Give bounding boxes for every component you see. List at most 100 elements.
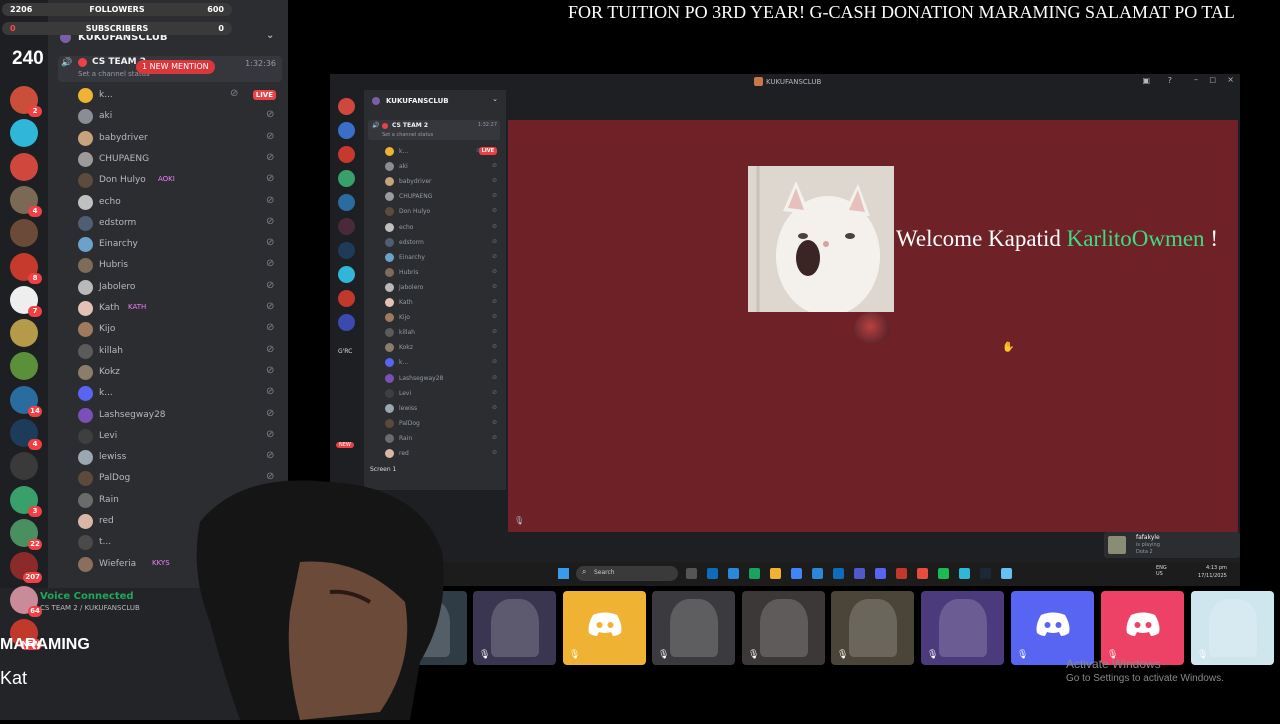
taskbar-app-icon[interactable]: [812, 568, 823, 579]
server-icon[interactable]: [338, 290, 355, 307]
server-icon[interactable]: 14: [10, 385, 42, 417]
server-icon[interactable]: 207: [10, 552, 42, 584]
help-icon[interactable]: ?: [1168, 76, 1172, 85]
inner-voice-user[interactable]: Levi ⊘: [385, 386, 497, 401]
voice-channel-cs-team-2[interactable]: 🔊 CS TEAM 2 Set a channel status 1 NEW M…: [58, 56, 282, 82]
taskbar-app-icon[interactable]: [686, 568, 697, 579]
voice-user[interactable]: killah ⊘: [78, 342, 278, 362]
mute-icon[interactable]: 🎙: [514, 516, 524, 525]
participant-tile[interactable]: 🎙: [742, 591, 825, 665]
chevron-down-icon[interactable]: ⌄: [492, 95, 498, 103]
participant-tile[interactable]: 🎙: [1191, 591, 1274, 665]
server-icon[interactable]: 7: [10, 285, 42, 317]
server-icon[interactable]: 2: [10, 86, 42, 117]
inner-voice-user[interactable]: PalDog ⊘: [385, 416, 497, 431]
taskbar-app-icon[interactable]: [749, 568, 760, 579]
server-label-grc[interactable]: G'RC: [338, 348, 352, 355]
inner-voice-user[interactable]: echo ⊘: [385, 220, 497, 235]
voice-user[interactable]: aki ⊘: [78, 107, 278, 127]
minimize-icon[interactable]: –: [1194, 75, 1198, 84]
inner-voice-user[interactable]: lewiss ⊘: [385, 401, 497, 416]
mention-badge[interactable]: 1 NEW MENTION: [136, 60, 215, 74]
voice-user[interactable]: Kath KATH ⊘: [78, 299, 278, 319]
server-icon[interactable]: [338, 266, 355, 283]
inner-voice-user[interactable]: killah ⊘: [385, 325, 497, 340]
voice-detail[interactable]: CS TEAM 2 / KUKUFANSCLUB: [40, 604, 140, 612]
voice-user[interactable]: edstorm ⊘: [78, 214, 278, 234]
voice-status[interactable]: Voice Connected: [40, 591, 134, 602]
inner-voice-user[interactable]: Don Hulyo ⊘: [385, 204, 497, 219]
taskbar-time[interactable]: 4:13 pm: [1206, 565, 1227, 571]
participant-tile[interactable]: 🎙: [1011, 591, 1094, 665]
taskbar-date[interactable]: 17/11/2025: [1198, 573, 1227, 579]
maximize-icon[interactable]: □: [1209, 76, 1216, 84]
taskbar-app-icon[interactable]: [1001, 568, 1012, 579]
taskbar-app-icon[interactable]: [833, 568, 844, 579]
voice-user[interactable]: k... ⊘: [78, 384, 278, 404]
server-icon[interactable]: 4: [10, 185, 42, 217]
voice-user[interactable]: echo ⊘: [78, 193, 278, 213]
taskbar-language[interactable]: ENG US: [1156, 565, 1167, 577]
inner-voice-user[interactable]: red ⊘: [385, 446, 497, 461]
inner-voice-channel[interactable]: 🔊 CS TEAM 2 Set a channel status 1:32:27: [368, 120, 500, 140]
server-icon[interactable]: [338, 242, 355, 259]
inner-voice-user[interactable]: edstorm ⊘: [385, 235, 497, 250]
server-icon[interactable]: [338, 194, 355, 211]
taskbar-app-icon[interactable]: [707, 568, 718, 579]
participant-tile[interactable]: 🎙: [921, 591, 1004, 665]
taskbar-app-icon[interactable]: [938, 568, 949, 579]
server-icon[interactable]: [10, 319, 38, 348]
inner-voice-user[interactable]: CHUPAENG ⊘: [385, 189, 497, 204]
voice-user[interactable]: k... LIVE ⊘: [78, 86, 278, 106]
chevron-down-icon[interactable]: ⌄: [266, 30, 274, 41]
server-icon[interactable]: [10, 152, 38, 181]
voice-user[interactable]: Kokz ⊘: [78, 363, 278, 383]
taskbar-app-icon[interactable]: [875, 568, 886, 579]
server-icon[interactable]: 4: [10, 419, 42, 450]
taskbar-search[interactable]: ⌕ Search: [576, 566, 678, 581]
inner-voice-user[interactable]: Kijo ⊘: [385, 310, 497, 325]
server-icon[interactable]: 22: [10, 518, 42, 550]
inner-voice-user[interactable]: Kokz ⊘: [385, 340, 497, 355]
inbox-icon[interactable]: ▣: [1142, 76, 1150, 85]
server-icon[interactable]: [338, 122, 355, 139]
server-icon[interactable]: [338, 170, 355, 187]
taskbar-app-icon[interactable]: [917, 568, 928, 579]
inner-voice-user[interactable]: aki ⊘: [385, 159, 497, 174]
inner-voice-user[interactable]: k... LIVE ⊘: [385, 144, 497, 159]
inner-voice-user[interactable]: Hubris ⊘: [385, 265, 497, 280]
participant-tile[interactable]: 🎙: [831, 591, 914, 665]
taskbar-app-icon[interactable]: [959, 568, 970, 579]
server-icon[interactable]: 3: [10, 485, 42, 517]
inner-voice-user[interactable]: Einarchy ⊘: [385, 250, 497, 265]
close-icon[interactable]: ×: [1227, 75, 1234, 84]
voice-user[interactable]: Hubris ⊘: [78, 256, 278, 276]
participant-tile[interactable]: 🎙: [652, 591, 735, 665]
server-icon[interactable]: [338, 218, 355, 235]
taskbar-app-icon[interactable]: [896, 568, 907, 579]
server-icon[interactable]: [10, 219, 38, 248]
server-icon[interactable]: [338, 146, 355, 163]
participant-tile[interactable]: 🎙: [473, 591, 556, 665]
participant-tile[interactable]: 🎙: [563, 591, 646, 665]
taskbar-app-icon[interactable]: [980, 568, 991, 579]
server-icon[interactable]: [338, 314, 355, 331]
taskbar-app-icon[interactable]: [791, 568, 802, 579]
inner-voice-user[interactable]: Jabolero ⊘: [385, 280, 497, 295]
server-icon[interactable]: 8: [10, 252, 42, 284]
participant-tile[interactable]: 🎙: [1101, 591, 1184, 665]
voice-user[interactable]: Einarchy ⊘: [78, 235, 278, 255]
voice-user[interactable]: Jabolero ⊘: [78, 278, 278, 298]
voice-user[interactable]: Levi ⊘: [78, 427, 278, 447]
taskbar-app-icon[interactable]: [770, 568, 781, 579]
voice-user[interactable]: CHUPAENG ⊘: [78, 150, 278, 170]
inner-voice-user[interactable]: babydriver ⊘: [385, 174, 497, 189]
server-icon[interactable]: [338, 98, 355, 115]
taskbar-app-icon[interactable]: [854, 568, 865, 579]
voice-user[interactable]: Kijo ⊘: [78, 320, 278, 340]
inner-voice-user[interactable]: Lashsegway28 ⊘: [385, 371, 497, 386]
taskbar-app-icon[interactable]: [728, 568, 739, 579]
inner-voice-user[interactable]: k... ⊘: [385, 355, 497, 370]
voice-user[interactable]: Lashsegway28 ⊘: [78, 406, 278, 426]
inner-voice-user[interactable]: Kath ⊘: [385, 295, 497, 310]
